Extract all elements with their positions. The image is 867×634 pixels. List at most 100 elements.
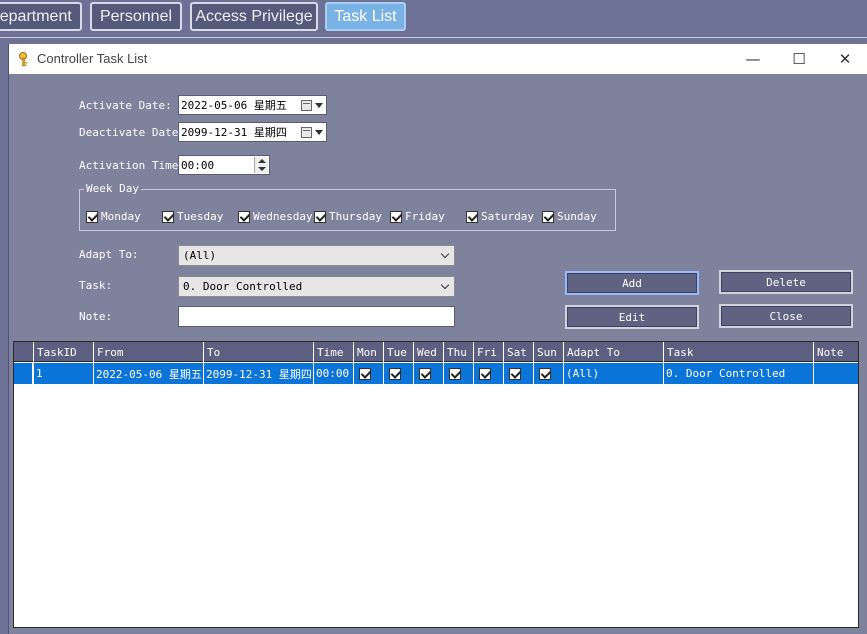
controller-task-list-window: Controller Task List — ☐ ✕ Activate Date… — [8, 44, 867, 634]
adapt-to-value: (All) — [183, 249, 217, 262]
cell-wed[interactable] — [413, 363, 443, 384]
tab-task-list-label: Task List — [334, 7, 397, 25]
col-sun-header[interactable]: Sun — [533, 342, 563, 362]
tab-personnel[interactable]: Personnel — [90, 2, 182, 31]
activate-date-label: Activate Date: — [79, 99, 172, 112]
check-icon[interactable] — [389, 367, 401, 380]
activate-date-picker[interactable]: 2022-05-06 星期五 — [178, 95, 327, 115]
tab-department-label: Department — [0, 7, 72, 25]
col-tue-header[interactable]: Tue — [383, 342, 413, 362]
calendar-icon[interactable] — [301, 100, 312, 111]
col-taskid-header[interactable]: TaskID — [33, 342, 93, 362]
check-icon[interactable] — [542, 210, 554, 223]
time-spin-buttons[interactable] — [254, 157, 268, 173]
chevron-down-icon[interactable] — [440, 249, 450, 259]
friday-label: Friday — [405, 210, 445, 223]
cell-sat[interactable] — [503, 363, 533, 384]
table-row[interactable]: 1 2022-05-06 星期五 2099-12-31 星期四 00:00 (A… — [14, 363, 858, 384]
activation-time-value: 00:00 — [181, 158, 215, 172]
dropdown-arrow-icon[interactable] — [315, 103, 323, 108]
check-icon[interactable] — [419, 367, 431, 380]
week-day-legend: Week Day — [84, 182, 141, 195]
check-icon[interactable] — [162, 210, 174, 223]
task-value: 0. Door Controlled — [183, 280, 303, 293]
activate-date-value: 2022-05-06 星期五 — [181, 99, 287, 112]
close-window-button[interactable]: ✕ — [822, 44, 867, 74]
cell-thu[interactable] — [443, 363, 473, 384]
col-sat-header[interactable]: Sat — [503, 342, 533, 362]
deactivate-date-picker[interactable]: 2099-12-31 星期四 — [178, 122, 327, 142]
grid-header: TaskID From To Time Mon Tue Wed Thu Fri … — [14, 342, 858, 362]
maximize-icon: ☐ — [792, 50, 806, 68]
deactivate-date-value: 2099-12-31 星期四 — [181, 126, 287, 139]
cell-adapt: (All) — [563, 363, 663, 384]
window-titlebar[interactable]: Controller Task List — ☐ ✕ — [9, 44, 867, 74]
col-from-header[interactable]: From — [93, 342, 203, 362]
sunday-checkbox[interactable]: Sunday — [542, 210, 597, 223]
col-adapt-header[interactable]: Adapt To — [563, 342, 663, 362]
close-button[interactable]: Close — [719, 304, 853, 328]
activation-time-spinner[interactable]: 00:00 — [178, 155, 270, 175]
calendar-icon[interactable] — [301, 127, 312, 138]
monday-label: Monday — [101, 210, 141, 223]
note-input[interactable] — [178, 306, 455, 327]
edit-button[interactable]: Edit — [565, 305, 699, 329]
spin-down-icon[interactable] — [258, 167, 266, 171]
activation-time-label: Activation Time: — [79, 159, 185, 172]
thursday-label: Thursday — [329, 210, 382, 223]
add-button-label: Add — [622, 276, 642, 290]
maximize-button[interactable]: ☐ — [776, 44, 822, 74]
thursday-checkbox[interactable]: Thursday — [314, 210, 382, 223]
col-to-header[interactable]: To — [203, 342, 313, 362]
row-selector[interactable] — [14, 363, 33, 384]
window-title: Controller Task List — [37, 51, 148, 66]
check-icon[interactable] — [390, 210, 402, 223]
wednesday-checkbox[interactable]: Wednesday — [238, 210, 313, 223]
saturday-label: Saturday — [481, 210, 534, 223]
spin-up-icon[interactable] — [258, 159, 266, 163]
col-thu-header[interactable]: Thu — [443, 342, 473, 362]
cell-fri[interactable] — [473, 363, 503, 384]
col-fri-header[interactable]: Fri — [473, 342, 503, 362]
delete-button[interactable]: Delete — [719, 270, 853, 294]
minimize-button[interactable]: — — [730, 44, 776, 74]
check-icon[interactable] — [479, 367, 491, 380]
tab-task-list[interactable]: Task List — [325, 2, 406, 31]
chevron-down-icon[interactable] — [440, 280, 450, 290]
friday-checkbox[interactable]: Friday — [390, 210, 445, 223]
cell-sun[interactable] — [533, 363, 563, 384]
adapt-to-select[interactable]: (All) — [178, 245, 455, 266]
check-icon[interactable] — [509, 367, 521, 380]
check-icon[interactable] — [449, 367, 461, 380]
col-mon-header[interactable]: Mon — [353, 342, 383, 362]
tab-access-privilege[interactable]: Access Privilege — [190, 2, 318, 31]
cell-to: 2099-12-31 星期四 — [203, 363, 313, 384]
task-select[interactable]: 0. Door Controlled — [178, 276, 455, 297]
dropdown-arrow-icon[interactable] — [315, 130, 323, 135]
close-button-label: Close — [769, 309, 803, 323]
monday-checkbox[interactable]: Monday — [86, 210, 141, 223]
cell-task: 0. Door Controlled — [663, 363, 813, 384]
task-label: Task: — [79, 279, 113, 292]
check-icon[interactable] — [86, 210, 98, 223]
col-task-header[interactable]: Task — [663, 342, 813, 362]
check-icon[interactable] — [359, 367, 371, 380]
close-icon: ✕ — [838, 50, 852, 68]
saturday-checkbox[interactable]: Saturday — [466, 210, 534, 223]
minimize-icon: — — [745, 50, 761, 68]
check-icon[interactable] — [314, 210, 326, 223]
tab-department[interactable]: Department — [0, 2, 82, 31]
tab-personnel-label: Personnel — [99, 7, 173, 25]
check-icon[interactable] — [539, 367, 551, 380]
cell-mon[interactable] — [353, 363, 383, 384]
cell-tue[interactable] — [383, 363, 413, 384]
col-wed-header[interactable]: Wed — [413, 342, 443, 362]
col-note-header[interactable]: Note — [813, 342, 858, 362]
add-button[interactable]: Add — [565, 271, 699, 295]
tuesday-checkbox[interactable]: Tuesday — [162, 210, 223, 223]
col-time-header[interactable]: Time — [313, 342, 353, 362]
check-icon[interactable] — [466, 210, 478, 223]
cell-taskid: 1 — [33, 363, 93, 384]
task-grid[interactable]: TaskID From To Time Mon Tue Wed Thu Fri … — [13, 341, 859, 628]
check-icon[interactable] — [238, 210, 250, 223]
